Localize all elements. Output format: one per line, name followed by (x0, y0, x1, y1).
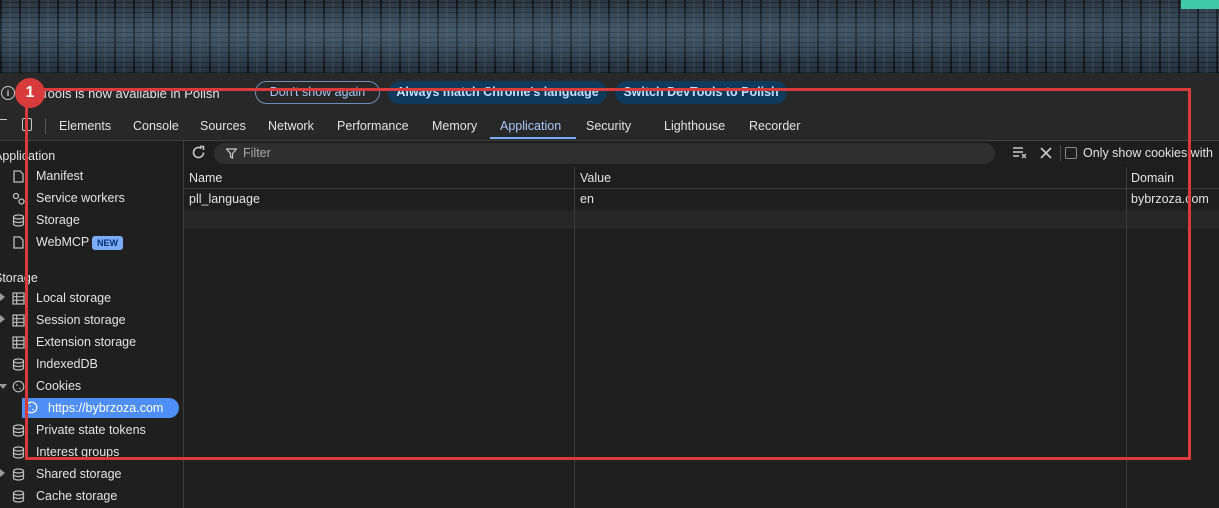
sidebar-item-label: Extension storage (36, 335, 137, 349)
column-header-value[interactable]: Value (580, 171, 611, 185)
gears-icon (12, 192, 25, 205)
sidebar-item-local-storage[interactable]: Local storage (0, 288, 183, 310)
column-divider[interactable] (574, 167, 575, 508)
cookie-value-cell[interactable]: en (580, 192, 594, 206)
filter-icon (225, 148, 238, 159)
sidebar-item-label: Manifest (36, 169, 84, 183)
sidebar-item-label: IndexedDB (36, 357, 98, 371)
table-icon (12, 292, 25, 305)
annotation-number-badge: 1 (15, 78, 45, 108)
sidebar-item-cache-storage[interactable]: Cache storage (0, 486, 183, 508)
always-match-language-button[interactable]: Always match Chrome's language (388, 81, 607, 104)
table-icon (12, 314, 25, 327)
clear-filtered-cookies-icon[interactable] (1012, 146, 1028, 160)
teal-accent (1181, 0, 1219, 9)
database-icon (12, 214, 25, 227)
table-header-row (184, 167, 1219, 189)
sidebar-item-webmcp[interactable]: WebMCP NEW (0, 232, 183, 254)
cookie-domain-cell[interactable]: bybrzoza.com (1131, 192, 1209, 206)
tab-lighthouse[interactable]: Lighthouse (664, 119, 725, 133)
sidebar-item-label: Private state tokens (36, 423, 146, 437)
column-divider[interactable] (1126, 167, 1127, 508)
database-icon (12, 490, 25, 503)
collapse-arrow-icon[interactable] (0, 384, 7, 389)
sidebar-section-storage: Storage (0, 271, 38, 285)
inspect-element-icon[interactable] (0, 119, 7, 130)
column-header-name[interactable]: Name (189, 171, 222, 185)
only-show-cookies-checkbox[interactable] (1065, 147, 1077, 159)
device-toolbar-icon[interactable] (22, 118, 32, 131)
database-icon (12, 468, 25, 481)
sidebar-item-service-workers[interactable]: Service workers (0, 188, 183, 210)
sidebar-item-label: Cookies (36, 379, 82, 393)
sidebar-item-label: Cache storage (36, 489, 118, 503)
expand-arrow-icon[interactable] (0, 293, 5, 301)
table-row-empty (184, 210, 1219, 229)
tab-elements[interactable]: Elements (59, 119, 111, 133)
tab-performance[interactable]: Performance (337, 119, 409, 133)
new-badge: NEW (92, 236, 123, 250)
background-photo (0, 0, 1219, 73)
sidebar-item-label: WebMCP (36, 235, 90, 249)
sidebar-item-label: Session storage (36, 313, 126, 327)
document-icon (12, 236, 25, 249)
sidebar-item-label: Service workers (36, 191, 125, 205)
filter-input[interactable] (214, 143, 995, 164)
sidebar-item-storage[interactable]: Storage (0, 210, 183, 232)
dont-show-again-button[interactable]: Don't show again (255, 81, 380, 104)
tab-sources[interactable]: Sources (200, 119, 246, 133)
sidebar-item-cookie-origin[interactable]: https://bybrzoza.com (22, 398, 179, 418)
application-sidebar: Application Manifest Service workers Sto… (0, 141, 184, 508)
tab-console[interactable]: Console (133, 119, 179, 133)
sidebar-item-cookies[interactable]: Cookies (0, 376, 183, 398)
database-icon (12, 446, 25, 459)
info-icon: i (1, 86, 15, 100)
table-icon (12, 336, 25, 349)
tab-memory[interactable]: Memory (432, 119, 477, 133)
column-header-domain[interactable]: Domain (1131, 171, 1174, 185)
sidebar-item-shared-storage[interactable]: Shared storage (0, 464, 183, 486)
expand-arrow-icon[interactable] (0, 315, 5, 323)
sidebar-item-label: Local storage (36, 291, 112, 305)
sidebar-item-private-state-tokens[interactable]: Private state tokens (0, 420, 183, 442)
cookie-origin-label: https://bybrzoza.com (48, 401, 164, 415)
cookie-name-cell[interactable]: pll_language (189, 192, 260, 206)
tab-recorder[interactable]: Recorder (749, 119, 800, 133)
sidebar-item-indexeddb[interactable]: IndexedDB (0, 354, 183, 376)
tabbar-divider (45, 118, 46, 134)
refresh-icon[interactable] (191, 145, 206, 160)
devtools-tabbar: Elements Console Sources Network Perform… (0, 113, 1219, 141)
sidebar-item-label: Interest groups (36, 445, 120, 459)
infobar-message: DevTools is now available in Polish (18, 86, 220, 101)
switch-language-button[interactable]: Switch DevTools to Polish (615, 81, 787, 104)
sidebar-item-label: Shared storage (36, 467, 122, 481)
tab-network[interactable]: Network (268, 119, 314, 133)
database-icon (12, 358, 25, 371)
sidebar-item-extension-storage[interactable]: Extension storage (0, 332, 183, 354)
sidebar-item-interest-groups[interactable]: Interest groups (0, 442, 183, 464)
database-icon (12, 424, 25, 437)
document-icon (12, 170, 25, 183)
tab-application[interactable]: Application (500, 119, 561, 133)
expand-arrow-icon[interactable] (0, 469, 5, 477)
filter-placeholder: Filter (243, 146, 271, 160)
cookie-icon (12, 380, 25, 393)
clear-all-cookies-icon[interactable] (1040, 147, 1052, 159)
toolbar-divider (1060, 145, 1061, 161)
sidebar-item-manifest[interactable]: Manifest (0, 166, 183, 188)
sidebar-item-session-storage[interactable]: Session storage (0, 310, 183, 332)
active-tab-indicator (490, 137, 576, 139)
tab-security[interactable]: Security (586, 119, 631, 133)
only-show-cookies-label: Only show cookies with (1083, 146, 1213, 160)
sidebar-section-application: Application (0, 149, 56, 163)
sidebar-item-label: Storage (36, 213, 80, 227)
cookie-icon (25, 401, 38, 414)
